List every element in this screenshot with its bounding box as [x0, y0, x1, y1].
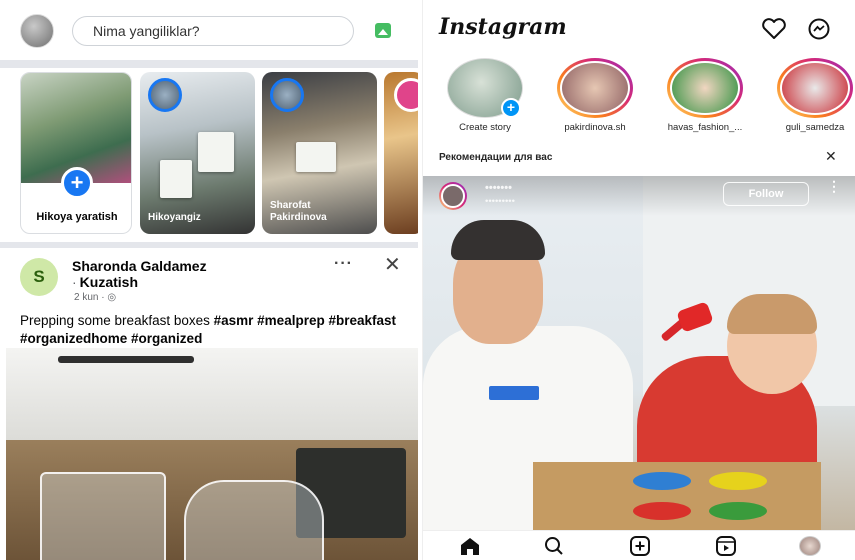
instagram-panel: Instagram + Create story pakirdinova.sh … [422, 0, 855, 560]
image-handle [58, 356, 194, 363]
story-photo-paper [198, 132, 234, 172]
toy-hole-yellow [709, 472, 767, 490]
instagram-logo: Instagram [439, 14, 567, 40]
story-photo-paper [160, 160, 192, 198]
plus-icon[interactable]: + [61, 167, 93, 199]
divider [0, 242, 418, 248]
fb-whats-new-input[interactable]: Nima yangiliklar? [72, 16, 354, 46]
avatar-image [441, 184, 465, 208]
globe-icon: ◎ [107, 292, 117, 303]
story-label: Sharofat Pakirdinova [270, 200, 327, 223]
story-photo-paper [296, 142, 336, 172]
story-create[interactable]: + Hikoya yaratish [20, 72, 132, 234]
home-icon[interactable] [459, 536, 481, 556]
separator-dot: · [72, 274, 77, 290]
profile-icon[interactable] [799, 536, 821, 556]
ig-story-name: Create story [459, 122, 511, 133]
post-caption: Prepping some breakfast boxes #asmr #mea… [20, 312, 412, 348]
story-avatar [394, 78, 418, 112]
reel-video[interactable]: ••••••• ••••••••• Follow ⋮ [423, 176, 855, 530]
post-timestamp: 2 kun · ◎ [74, 292, 117, 303]
video-person-hair [451, 220, 545, 260]
story-avatar [148, 78, 182, 112]
close-icon[interactable]: ✕ [825, 148, 837, 165]
image-bowl [184, 480, 324, 560]
ig-story-ring [667, 58, 743, 118]
ig-story-item[interactable]: guli_samedza [773, 58, 855, 138]
bottom-nav [423, 530, 855, 560]
post-author-avatar[interactable]: S [20, 258, 58, 296]
hashtag[interactable]: #asmr [214, 313, 254, 328]
story-your-story[interactable]: Hikoyangiz [140, 72, 255, 234]
ig-story-name: pakirdinova.sh [564, 122, 626, 133]
video-shirt-badge [489, 386, 539, 400]
recommendations-heading: Рекомендации для вас [439, 152, 553, 163]
close-icon[interactable]: ✕ [384, 252, 401, 277]
follow-label: Kuzatish [79, 274, 139, 290]
ig-story-item[interactable]: pakirdinova.sh [553, 58, 637, 138]
create-icon[interactable] [629, 536, 651, 556]
ig-story-avatar [560, 61, 630, 115]
story-create-label: Hikoya yaratish [36, 211, 118, 223]
toy-hole-green [709, 502, 767, 520]
post-follow-link[interactable]: · Kuzatish [72, 274, 138, 290]
story-friend[interactable]: Sharofat Pakirdinova [262, 72, 377, 234]
ig-create-story[interactable]: + Create story [443, 58, 527, 138]
fb-profile-avatar[interactable] [20, 14, 54, 48]
more-options-icon[interactable]: ··· [334, 255, 353, 273]
image-container [40, 472, 166, 560]
ig-story-avatar [670, 61, 740, 115]
photo-icon[interactable] [375, 23, 391, 38]
ig-story-ring [557, 58, 633, 118]
more-options-icon[interactable]: ⋮ [827, 179, 841, 193]
story-avatar [270, 78, 304, 112]
video-toy-box [533, 462, 821, 530]
search-icon[interactable] [543, 536, 565, 556]
hashtag[interactable]: #mealprep [257, 313, 325, 328]
hashtag[interactable]: #organizedhome [20, 331, 127, 346]
reel-author-name[interactable]: ••••••• [485, 182, 512, 194]
fb-composer-bar: Nima yangiliklar? [0, 0, 418, 60]
time-text: 2 kun [74, 292, 99, 303]
caption-text: Prepping some breakfast boxes [20, 313, 214, 328]
reels-icon[interactable] [715, 536, 737, 556]
plus-icon[interactable]: + [501, 98, 521, 118]
follow-button[interactable]: Follow [723, 182, 809, 206]
story-label: Hikoyangiz [148, 212, 201, 223]
hashtag[interactable]: #breakfast [328, 313, 396, 328]
reel-audio-subtitle: ••••••••• [485, 196, 515, 207]
ig-story-name: havas_fashion_... [667, 122, 743, 133]
divider [0, 60, 418, 68]
heart-icon[interactable] [761, 18, 787, 40]
ig-story-name: guli_samedza [785, 122, 845, 133]
post-author-name[interactable]: Sharonda Galdamez [72, 258, 207, 274]
video-child-hair [727, 294, 817, 334]
toy-hole-red [633, 502, 691, 520]
toy-hole-blue [633, 472, 691, 490]
story-friend-partial[interactable] [384, 72, 418, 234]
post-image[interactable] [6, 348, 418, 560]
reel-author-avatar[interactable] [439, 182, 467, 210]
ig-story-avatar [780, 61, 850, 115]
facebook-panel: Nima yangiliklar? + Hikoya yaratish Hiko… [0, 0, 418, 560]
messenger-icon[interactable] [807, 17, 831, 41]
ig-story-item[interactable]: havas_fashion_... [663, 58, 747, 138]
ig-story-ring [777, 58, 853, 118]
hashtag[interactable]: #organized [131, 331, 202, 346]
